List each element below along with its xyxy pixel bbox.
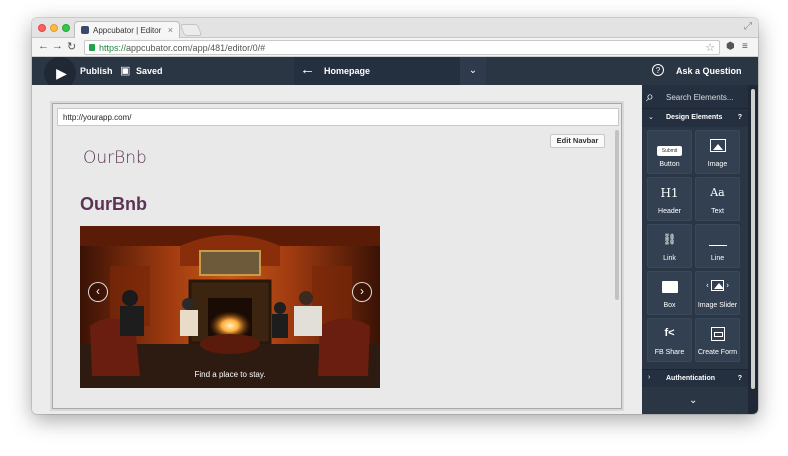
chevron-down-icon: ⌄ — [648, 114, 654, 121]
section-title: Design Elements — [666, 114, 723, 121]
save-disk-icon: ▣ — [120, 65, 131, 77]
element-line-tile[interactable]: Line — [695, 224, 740, 268]
editor-toolbar: ▶ Publish ▣ Saved ← Homepage ⌄ ? Ask a Q… — [32, 57, 758, 89]
chevron-down-icon[interactable]: ⌄ — [689, 395, 697, 406]
element-search-row: ⌕ — [642, 85, 748, 109]
help-icon[interactable]: ? — [738, 114, 742, 121]
saved-status: Saved — [136, 66, 163, 76]
browser-tab[interactable]: Appcubator | Editor × — [74, 21, 180, 39]
publish-button[interactable]: Publish — [80, 66, 113, 76]
elements-sidebar: ⌕ ⌄ Design Elements ? Submit Button Imag… — [642, 85, 748, 414]
hero-title[interactable]: OurBnb — [80, 194, 147, 215]
question-icon[interactable]: ? — [652, 64, 664, 76]
fullscreen-icon[interactable]: ⤢ — [744, 21, 752, 32]
submit-chip: Submit — [656, 146, 683, 156]
back-arrow-icon[interactable]: ← — [38, 40, 49, 52]
element-image-slider-tile[interactable]: ‹ › Image Slider — [695, 271, 740, 315]
tile-label: Text — [711, 208, 724, 215]
forward-arrow-icon[interactable]: → — [52, 40, 63, 52]
tab-close-icon[interactable]: × — [168, 25, 173, 35]
minimize-window-button[interactable] — [50, 24, 58, 32]
slider-next-chevron-icon[interactable]: › — [352, 282, 372, 302]
navbar-logo-text[interactable]: OurBnb — [83, 148, 147, 168]
authentication-section-header[interactable]: › Authentication ? — [642, 369, 748, 387]
reload-icon[interactable]: ↻ — [67, 40, 76, 53]
slider-caption: Find a place to stay. — [194, 370, 266, 379]
chevron-right-icon: › — [648, 374, 651, 381]
search-icon: ⌕ — [646, 88, 654, 104]
tile-label: FB Share — [654, 349, 685, 356]
editor-canvas: http://yourapp.com/ Edit Navbar OurBnb O… — [32, 85, 642, 414]
browser-toolbar: ← → ↻ https://appcubator.com/app/481/edi… — [32, 38, 758, 57]
image-slider[interactable]: ‹ › Find a place to stay. — [80, 226, 380, 388]
tile-label: Header — [658, 208, 681, 215]
url-path: appcubator.com/app/481/editor/0/# — [126, 43, 266, 53]
element-create-form-tile[interactable]: Create Form — [695, 318, 740, 362]
device-preview-frame: http://yourapp.com/ Edit Navbar OurBnb O… — [52, 103, 622, 409]
menu-icon[interactable]: ≡ — [742, 41, 748, 52]
tile-label: Button — [659, 161, 680, 168]
sidebar-scrollbar[interactable] — [748, 85, 758, 414]
browser-titlebar: Appcubator | Editor × ⤢ — [32, 18, 758, 39]
appcubator-favicon-icon — [81, 26, 89, 34]
element-search-input[interactable] — [666, 90, 746, 104]
element-text-tile[interactable]: Aa Text — [695, 177, 740, 221]
slider-prev-chevron-icon[interactable]: ‹ — [88, 282, 108, 302]
section-title: Authentication — [666, 375, 715, 382]
tab-title: Appcubator | Editor — [93, 26, 162, 35]
element-header-tile[interactable]: H1 Header — [647, 177, 692, 221]
back-arrow-icon[interactable]: ← — [300, 61, 315, 78]
page-dropdown-chevron-icon[interactable]: ⌄ — [460, 57, 486, 85]
tile-label: Link — [663, 255, 676, 262]
element-button-tile[interactable]: Submit Button — [647, 130, 692, 174]
tile-label: Box — [663, 302, 676, 309]
element-image-tile[interactable]: Image — [695, 130, 740, 174]
lock-icon — [89, 44, 95, 51]
browser-window: Appcubator | Editor × ⤢ ← → ↻ https://ap… — [32, 18, 758, 414]
new-tab-button[interactable] — [179, 24, 203, 36]
element-box-tile[interactable]: Box — [647, 271, 692, 315]
extension-icon[interactable]: ⬢ — [726, 41, 735, 52]
edit-navbar-button[interactable]: Edit Navbar — [550, 134, 605, 148]
url-scheme: https:// — [99, 43, 127, 53]
page-navigator: ← Homepage ⌄ — [294, 57, 486, 85]
header-icon: H1 — [660, 186, 679, 200]
button-icon: Submit — [648, 139, 691, 157]
tile-label: Image Slider — [697, 302, 738, 309]
help-icon[interactable]: ? — [738, 375, 742, 382]
design-elements-section-header[interactable]: ⌄ Design Elements ? — [642, 109, 748, 127]
image-icon — [696, 139, 739, 157]
tile-label: Image — [707, 161, 728, 168]
text-icon: Aa — [710, 186, 725, 199]
device-url-bar: http://yourapp.com/ — [57, 108, 619, 126]
tile-label: Create Form — [697, 349, 738, 356]
zoom-window-button[interactable] — [62, 24, 70, 32]
bookmark-star-icon[interactable]: ☆ — [705, 41, 715, 54]
image-slider-icon: ‹ › — [706, 280, 729, 291]
close-window-button[interactable] — [38, 24, 46, 32]
line-icon — [696, 233, 739, 251]
element-fb-share-tile[interactable]: f< FB Share — [647, 318, 692, 362]
address-bar[interactable]: https://appcubator.com/app/481/editor/0/… — [84, 40, 720, 55]
element-link-tile[interactable]: ⛓ Link — [647, 224, 692, 268]
box-icon — [648, 280, 691, 298]
link-icon: ⛓ — [662, 234, 677, 246]
current-page-name: Homepage — [324, 66, 371, 76]
create-form-icon — [696, 327, 739, 346]
slider-photo — [80, 226, 380, 388]
fb-share-icon: f< — [664, 327, 675, 339]
tile-label: Line — [710, 255, 725, 262]
ask-question-button[interactable]: Ask a Question — [676, 66, 742, 76]
canvas-scrollbar[interactable] — [615, 130, 619, 300]
